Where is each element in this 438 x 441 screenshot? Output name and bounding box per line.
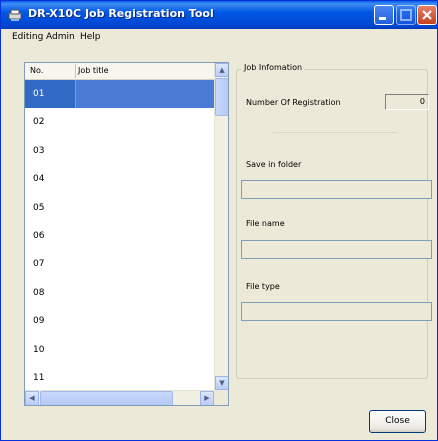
list-item[interactable]: 11	[25, 364, 214, 392]
scroll-left-button[interactable]: ◀	[25, 391, 39, 405]
row-job-title	[75, 80, 214, 109]
close-icon	[422, 10, 432, 20]
scroll-right-button[interactable]: ▶	[200, 391, 214, 405]
row-number: 08	[33, 287, 45, 298]
row-number: 06	[33, 230, 45, 241]
file-type-field[interactable]	[241, 302, 432, 321]
group-title: Job Infomation	[242, 63, 305, 72]
row-number: 07	[33, 259, 45, 270]
divider	[273, 132, 397, 133]
vertical-scrollbar[interactable]: ▲ ▼	[214, 63, 228, 390]
chevron-right-icon: ▶	[204, 394, 210, 402]
row-number: 04	[33, 174, 45, 185]
row-number: 10	[33, 344, 45, 355]
menu-bar: Editing Admin Help	[1, 29, 437, 45]
row-number: 09	[33, 316, 45, 327]
list-item[interactable]: 10	[25, 336, 214, 364]
list-item[interactable]: 09	[25, 307, 214, 335]
list-item[interactable]: 01	[25, 80, 214, 109]
menu-admin[interactable]: Admin	[46, 32, 75, 42]
column-divider[interactable]	[75, 64, 76, 78]
list-item[interactable]: 02	[25, 108, 214, 136]
column-header-no[interactable]: No.	[30, 66, 43, 75]
list-item[interactable]: 04	[25, 165, 214, 193]
scroll-corner	[214, 390, 228, 405]
list-rows: 01 02 03 04 05 06 07 08 09 10 11	[25, 80, 214, 392]
menu-help[interactable]: Help	[80, 32, 101, 42]
file-type-label: File type	[246, 282, 280, 291]
list-item[interactable]: 06	[25, 222, 214, 250]
maximize-button[interactable]	[396, 5, 416, 25]
number-of-registration-label: Number Of Registration	[246, 98, 341, 107]
horizontal-scrollbar[interactable]: ◀ ▶	[25, 390, 214, 405]
close-button[interactable]: Close	[369, 410, 426, 433]
row-number: 01	[33, 89, 45, 99]
list-item[interactable]: 03	[25, 137, 214, 165]
close-window-button[interactable]	[417, 5, 437, 25]
scroll-down-button[interactable]: ▼	[215, 376, 228, 390]
scroll-up-button[interactable]: ▲	[215, 63, 228, 77]
list-item[interactable]: 08	[25, 279, 214, 307]
column-header-job-title[interactable]: Job title	[78, 66, 109, 75]
save-in-folder-label: Save in folder	[246, 160, 302, 169]
app-icon	[8, 9, 22, 21]
menu-editing[interactable]: Editing	[12, 32, 43, 42]
chevron-down-icon: ▼	[219, 379, 225, 387]
save-in-folder-field[interactable]	[241, 180, 432, 199]
number-of-registration-value: 0	[385, 94, 429, 110]
row-number: 11	[33, 372, 45, 383]
maximize-icon	[400, 9, 412, 21]
row-number: 05	[33, 202, 45, 213]
title-bar[interactable]: DR-X10C Job Registration Tool	[1, 1, 437, 29]
horizontal-scroll-thumb[interactable]	[40, 391, 173, 405]
list-item[interactable]: 05	[25, 194, 214, 222]
file-name-field[interactable]	[241, 240, 432, 259]
app-window: DR-X10C Job Registration Tool Editing Ad…	[0, 0, 438, 441]
minimize-button[interactable]	[374, 5, 394, 25]
vertical-scroll-thumb[interactable]	[215, 78, 228, 116]
list-header: No. Job title	[25, 63, 214, 80]
job-list[interactable]: No. Job title 01 02 03 04 05 06 07 08 09…	[24, 62, 229, 406]
row-number: 02	[33, 117, 45, 128]
list-item[interactable]: 07	[25, 250, 214, 278]
chevron-up-icon: ▲	[219, 66, 225, 74]
minimize-icon	[379, 17, 386, 20]
window-title: DR-X10C Job Registration Tool	[28, 7, 214, 20]
row-number: 03	[33, 145, 45, 156]
chevron-left-icon: ◀	[29, 394, 35, 402]
file-name-label: File name	[246, 219, 285, 228]
